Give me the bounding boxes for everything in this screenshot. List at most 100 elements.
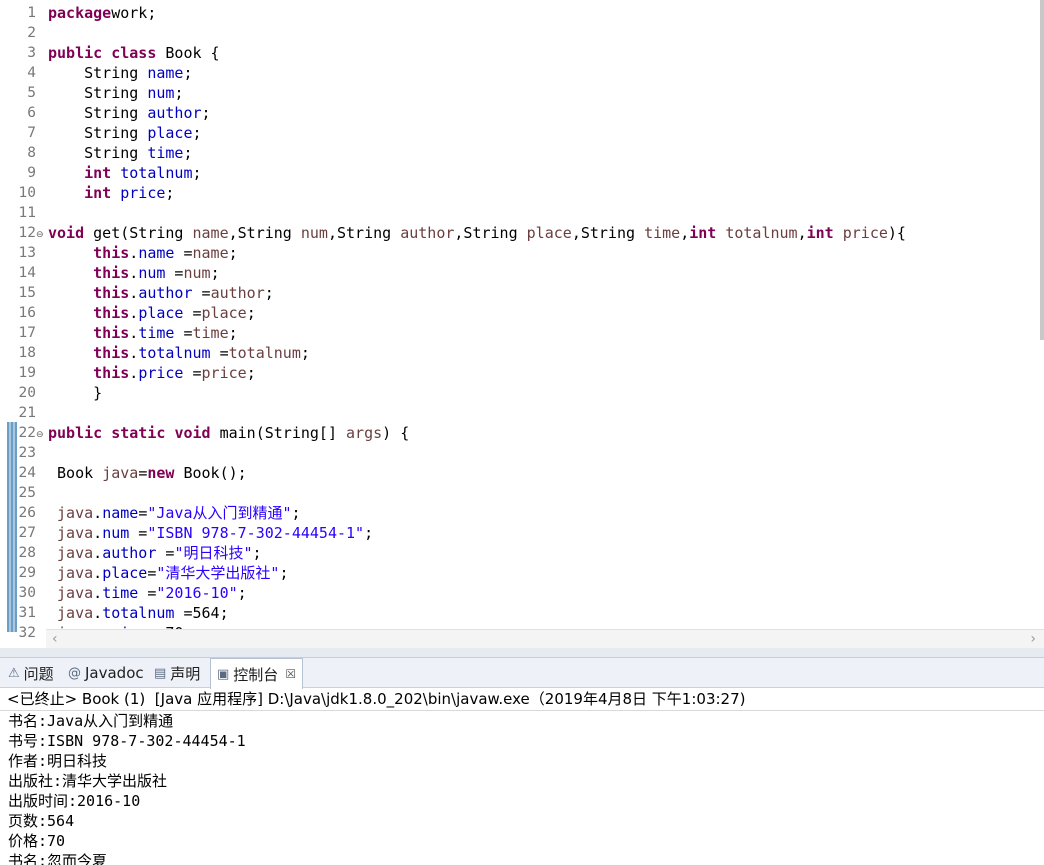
code-editor[interactable]: 1 packagework; 2 3 public class Book {4 Stri… bbox=[0, 0, 1044, 648]
code-token: time bbox=[147, 144, 184, 162]
code-token: public bbox=[48, 424, 103, 442]
code-token: num bbox=[183, 264, 211, 282]
code-token: java bbox=[48, 524, 94, 542]
code-line[interactable]: 23 bbox=[0, 443, 1040, 463]
code-line[interactable]: 13 this.name =name; bbox=[0, 243, 1040, 263]
code-token: name bbox=[102, 504, 139, 522]
code-line[interactable]: 4 String name; bbox=[0, 63, 1040, 83]
code-token: this bbox=[93, 284, 130, 302]
line-content: java.time ="2016-10"; bbox=[48, 583, 247, 603]
fold-toggle-icon[interactable]: ⊖ bbox=[36, 225, 44, 245]
code-token: totalnum bbox=[138, 344, 211, 362]
code-line[interactable]: 29 java.place="清华大学出版社"; bbox=[0, 563, 1040, 583]
code-line[interactable]: 21 bbox=[0, 403, 1040, 423]
vertical-scrollbar[interactable] bbox=[1040, 0, 1044, 340]
code-line[interactable]: 7 String place; bbox=[0, 123, 1040, 143]
code-token: String bbox=[48, 144, 148, 162]
code-line[interactable]: 2 bbox=[0, 23, 1040, 43]
code-line[interactable]: 19 this.price =price; bbox=[0, 363, 1040, 383]
code-token: , bbox=[680, 224, 690, 242]
code-line[interactable]: 17 this.time =time; bbox=[0, 323, 1040, 343]
close-icon[interactable]: ☒ bbox=[285, 667, 296, 681]
code-token: ; bbox=[165, 184, 175, 202]
line-number: 25 bbox=[18, 485, 36, 501]
code-token: int bbox=[84, 184, 112, 202]
code-token: ,String bbox=[228, 224, 301, 242]
line-content: java.author ="明日科技"; bbox=[48, 543, 262, 563]
code-token: ; bbox=[228, 244, 238, 262]
code-line[interactable]: 5 String num; bbox=[0, 83, 1040, 103]
code-token: price bbox=[138, 364, 184, 382]
code-line[interactable]: 22 ⊖ public static void main(String[] args… bbox=[0, 423, 1040, 443]
code-line[interactable]: 3 public class Book { bbox=[0, 43, 1040, 63]
code-line[interactable]: 6 String author; bbox=[0, 103, 1040, 123]
code-line[interactable]: 15 this.author =author; bbox=[0, 283, 1040, 303]
code-token: Book { bbox=[156, 44, 220, 62]
code-token: class bbox=[111, 44, 157, 62]
line-content: this.author =author; bbox=[48, 283, 274, 303]
line-content: this.place =place; bbox=[48, 303, 256, 323]
code-line[interactable]: 9 int totalnum; bbox=[0, 163, 1040, 183]
code-token: = bbox=[210, 344, 229, 362]
code-line[interactable]: 10 int price; bbox=[0, 183, 1040, 203]
scroll-right-icon[interactable]: › bbox=[1030, 631, 1036, 647]
code-token: . bbox=[129, 304, 139, 322]
code-token: = bbox=[156, 544, 175, 562]
line-number: 27 bbox=[18, 525, 36, 541]
code-line[interactable]: 14 this.num =num; bbox=[0, 263, 1040, 283]
line-number: 13 bbox=[18, 245, 36, 261]
tab-console[interactable]: ▣ 控制台 ☒ bbox=[210, 658, 304, 689]
code-token: ){ bbox=[887, 224, 906, 242]
line-number: 19 bbox=[18, 365, 36, 381]
code-token: . bbox=[93, 504, 103, 522]
line-number: 24 bbox=[18, 465, 36, 481]
code-line[interactable]: 31 java.totalnum =564; bbox=[0, 603, 1040, 623]
line-content: public class Book { bbox=[48, 43, 220, 63]
line-number: 31 bbox=[18, 605, 36, 621]
problems-icon: ⚠ bbox=[8, 665, 20, 681]
line-number: 5 bbox=[27, 85, 36, 101]
code-line[interactable]: 11 bbox=[0, 203, 1040, 223]
code-token: "明日科技" bbox=[174, 544, 253, 562]
code-token: time bbox=[644, 224, 681, 242]
code-line[interactable]: 12 ⊖ void get(String name,String num,Strin… bbox=[0, 223, 1040, 243]
panel-separator[interactable] bbox=[0, 648, 1044, 658]
code-line[interactable]: 1 packagework; bbox=[0, 3, 1040, 23]
code-token: totalnum bbox=[228, 344, 301, 362]
code-line[interactable]: 18 this.totalnum =totalnum; bbox=[0, 343, 1040, 363]
console-line: 出版时间:2016-10 bbox=[8, 792, 141, 810]
console-output[interactable]: 书名:Java从入门到精通 书号:ISBN 978-7-302-44454-1 作者… bbox=[0, 711, 1044, 865]
code-token: = bbox=[165, 264, 184, 282]
tab-problems[interactable]: ⚠ 问题 bbox=[8, 658, 54, 688]
code-line[interactable]: 30 java.time ="2016-10"; bbox=[0, 583, 1040, 603]
code-line[interactable]: 26 java.name="Java从入门到精通"; bbox=[0, 503, 1040, 523]
fold-toggle-icon[interactable]: ⊖ bbox=[36, 425, 44, 445]
code-token: ; bbox=[201, 104, 211, 122]
horizontal-scrollbar[interactable]: ‹ › bbox=[46, 629, 1044, 648]
code-line[interactable]: 25 bbox=[0, 483, 1040, 503]
code-token: ; bbox=[192, 124, 202, 142]
code-token: ; bbox=[246, 304, 256, 322]
line-number: 6 bbox=[27, 105, 36, 121]
line-content: String author; bbox=[48, 103, 211, 123]
code-token: ; bbox=[246, 364, 256, 382]
code-line[interactable]: 20 } bbox=[0, 383, 1040, 403]
code-lines[interactable]: 1 packagework; 2 3 public class Book {4 Stri… bbox=[0, 3, 1040, 643]
tab-javadoc[interactable]: @ Javadoc bbox=[68, 658, 144, 688]
code-line[interactable]: 16 this.place =place; bbox=[0, 303, 1040, 323]
tab-declaration[interactable]: ▤ 声明 bbox=[154, 658, 200, 688]
scroll-left-icon[interactable]: ‹ bbox=[52, 631, 58, 647]
code-token: String bbox=[48, 124, 148, 142]
code-line[interactable]: 27 java.num ="ISBN 978-7-302-44454-1"; bbox=[0, 523, 1040, 543]
code-line[interactable]: 28 java.author ="明日科技"; bbox=[0, 543, 1040, 563]
code-token: } bbox=[48, 384, 103, 402]
code-line[interactable]: 24 Book java=new Book(); bbox=[0, 463, 1040, 483]
line-number: 11 bbox=[18, 205, 36, 221]
code-token: "ISBN 978-7-302-44454-1" bbox=[147, 524, 365, 542]
line-number: 20 bbox=[18, 385, 36, 401]
code-line[interactable]: 8 String time; bbox=[0, 143, 1040, 163]
code-token: int bbox=[84, 164, 112, 182]
